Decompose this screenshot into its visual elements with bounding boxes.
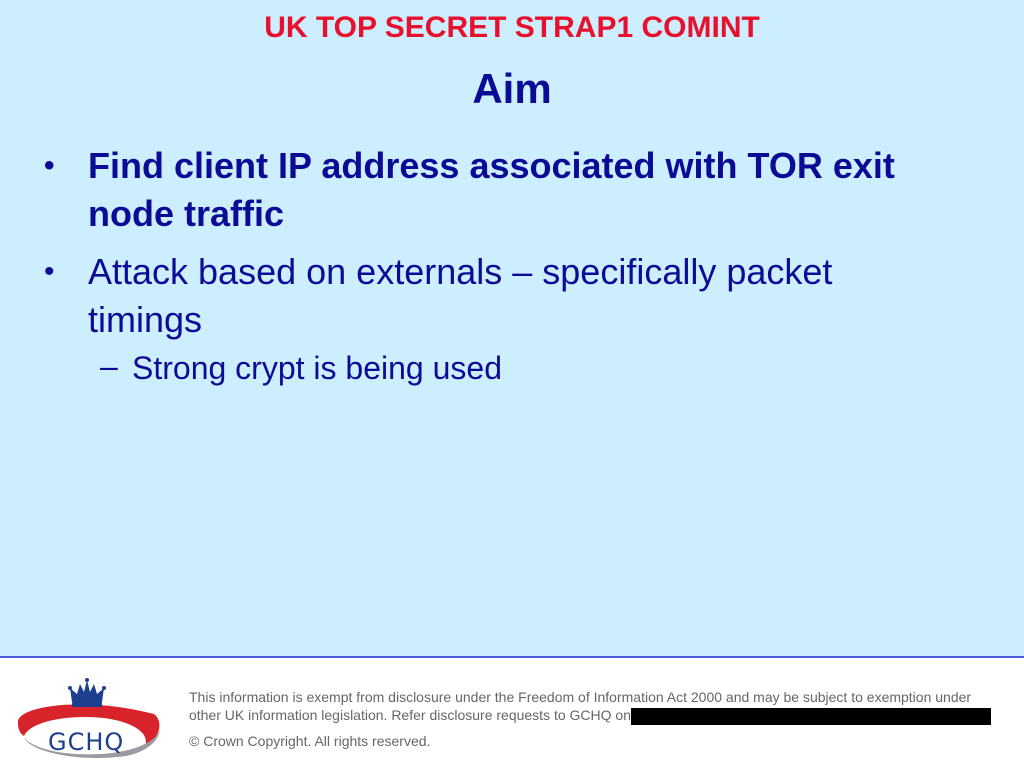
footer: GCHQ This information is exempt from dis…: [0, 658, 1024, 768]
classification-banner: UK TOP SECRET STRAP1 COMINT: [264, 11, 760, 44]
bullet-marker: •: [44, 255, 55, 288]
bullet-text: Attack based on externals – specifically…: [88, 251, 833, 340]
copyright-notice: © Crown Copyright. All rights reserved.: [189, 733, 431, 749]
sub-bullet-marker: –: [100, 348, 118, 384]
slide-title: Aim: [472, 65, 552, 112]
sub-bullet-text: Strong crypt is being used: [132, 350, 502, 386]
bullet-text: Find client IP address associated with T…: [88, 145, 895, 234]
logo-text: GCHQ: [48, 728, 125, 756]
gchq-crown-logo: GCHQ: [14, 678, 164, 766]
foi-notice: This information is exempt from disclosu…: [189, 688, 999, 725]
redaction-bar: [630, 707, 991, 725]
slide-body: UK TOP SECRET STRAP1 COMINT Aim • Find c…: [0, 0, 1024, 656]
bullet-marker: •: [44, 149, 55, 182]
